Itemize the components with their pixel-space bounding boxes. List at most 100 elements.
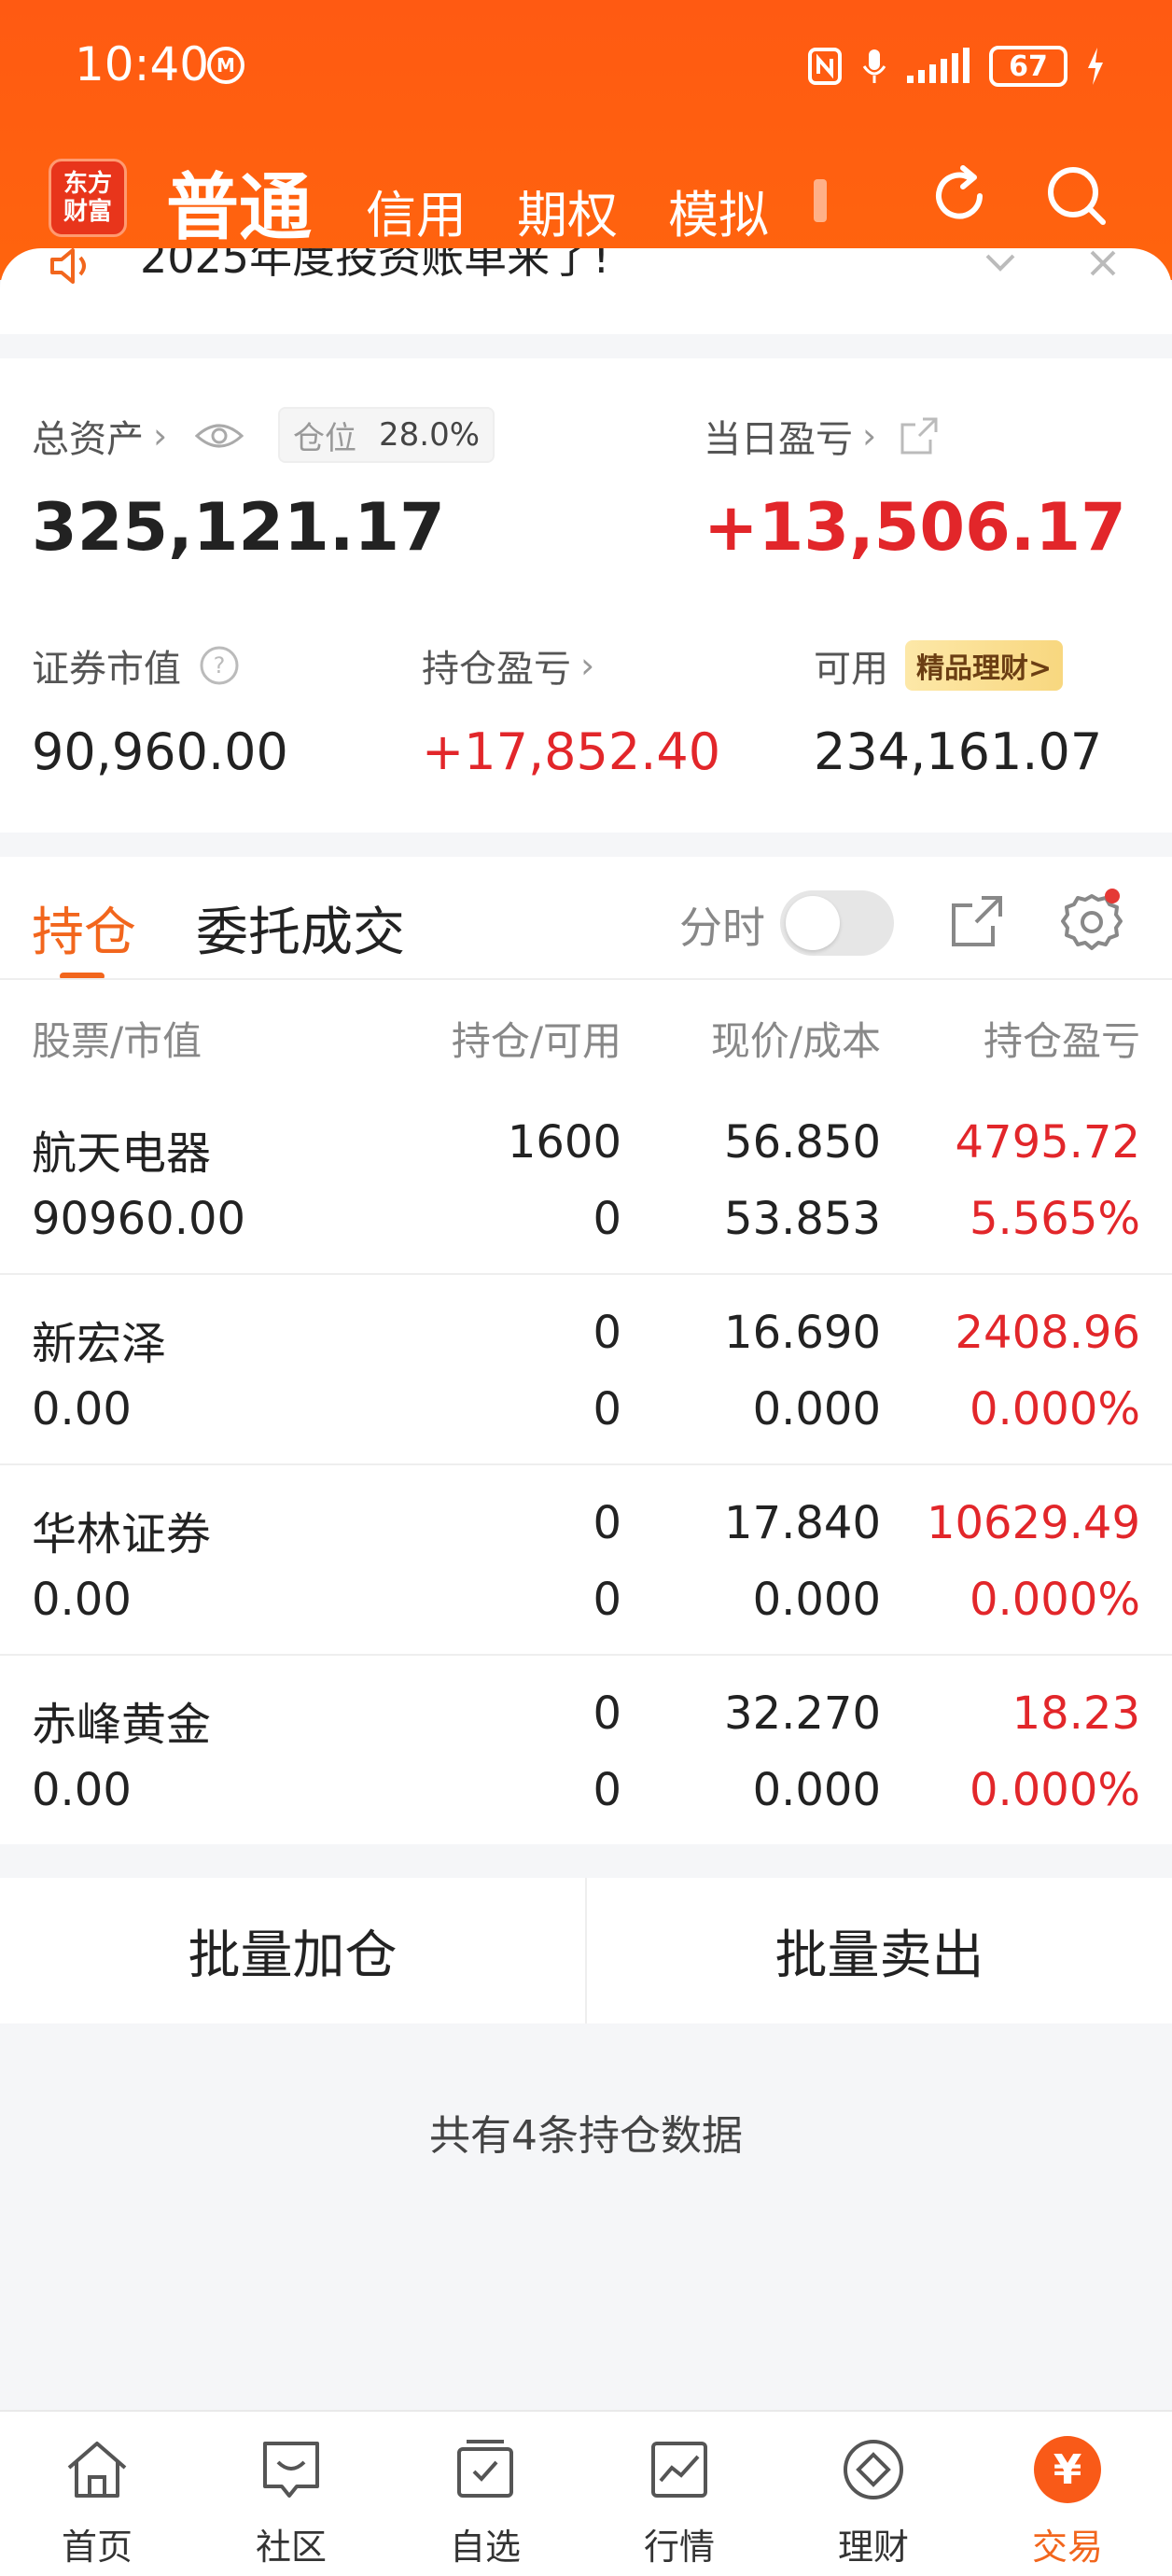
refresh-icon[interactable] — [922, 159, 997, 233]
chevron-right-icon: › — [580, 645, 595, 686]
chevron-down-icon[interactable] — [980, 248, 1021, 284]
total-assets-text: 总资产 — [32, 418, 144, 461]
tab-holdings[interactable]: 持仓 — [32, 890, 136, 966]
nav-market[interactable]: 行情 — [605, 2412, 754, 2576]
status-icons: 67 — [806, 41, 1107, 91]
stock-position: 0 — [593, 1497, 621, 1549]
battery-level: 67 — [1009, 49, 1048, 83]
stock-market-value: 90960.00 — [32, 1193, 246, 1245]
stock-price: 16.690 — [724, 1307, 881, 1359]
stock-name: 新宏泽 — [32, 1318, 167, 1370]
market-value-text: 证券市值 — [32, 648, 181, 691]
banner-text[interactable]: 2025年度投资账单来了! — [140, 248, 610, 286]
nav-trade[interactable]: ¥ 交易 — [993, 2412, 1142, 2576]
available-value: 234,161.07 — [814, 722, 1103, 781]
nav-watchlist-label: 自选 — [449, 2527, 521, 2568]
batch-actions: 批量加仓 批量卖出 — [0, 1878, 1172, 2023]
holding-pl-value: +17,852.40 — [422, 722, 721, 781]
stock-cost: 0.000 — [752, 1574, 881, 1626]
status-time: 10:40 — [75, 37, 210, 91]
nav-wealth[interactable]: 理财 — [799, 2412, 948, 2576]
nav-community[interactable]: 社区 — [216, 2412, 366, 2576]
tab-options[interactable]: 期权 — [517, 174, 618, 247]
chat-icon — [263, 2442, 319, 2498]
col-position: 持仓/可用 — [451, 1018, 621, 1064]
market-value-label: 证券市值 ? — [32, 638, 241, 693]
home-icon — [67, 2442, 127, 2498]
intraday-toggle[interactable] — [780, 890, 894, 956]
batch-add-button[interactable]: 批量加仓 — [0, 1878, 585, 2023]
position-ratio-chip: 仓位 28.0% — [278, 407, 495, 463]
available-text: 可用 — [814, 648, 888, 691]
table-row[interactable]: 华林证券 0.00 0 0 17.840 0.000 10629.49 0.00… — [0, 1469, 1172, 1659]
external-link-icon[interactable] — [899, 415, 940, 456]
signal-icon — [907, 48, 970, 83]
close-icon[interactable] — [1084, 248, 1122, 282]
wealth-product-badge[interactable]: 精品理财> — [905, 640, 1064, 691]
stock-name: 赤峰黄金 — [32, 1699, 212, 1751]
stock-price: 56.850 — [724, 1116, 881, 1169]
charging-icon — [1088, 48, 1103, 85]
stock-pl: 4795.72 — [955, 1116, 1141, 1169]
svg-text:?: ? — [214, 652, 226, 679]
available-label: 可用 精品理财> — [814, 638, 1064, 693]
announcement-banner[interactable]: 2025年度投资账单来了! — [0, 248, 1172, 334]
toggle-knob — [786, 896, 840, 950]
nav-community-label: 社区 — [255, 2527, 327, 2568]
stock-name: 华林证券 — [32, 1508, 212, 1561]
share-icon[interactable] — [948, 892, 1006, 950]
account-type-nav: 东方财富 普通 信用 期权 模拟 — [0, 140, 1172, 261]
batch-sell-button[interactable]: 批量卖出 — [587, 1878, 1172, 2023]
holding-pl-label[interactable]: 持仓盈亏 › — [422, 638, 594, 693]
svg-text:M: M — [216, 54, 235, 77]
holdings-count-note: 共有4条持仓数据 — [429, 2112, 743, 2160]
stock-position: 0 — [593, 1687, 621, 1740]
stock-market-value: 0.00 — [32, 1383, 132, 1435]
divider — [0, 1273, 1172, 1275]
stock-position: 1600 — [507, 1116, 621, 1169]
tab-normal[interactable]: 普通 — [166, 149, 312, 254]
market-value: 90,960.00 — [32, 722, 288, 781]
intraday-label: 分时 — [679, 903, 765, 953]
stock-price: 32.270 — [724, 1687, 881, 1740]
mic-icon — [862, 49, 886, 83]
stock-price: 17.840 — [724, 1497, 881, 1549]
notification-dot — [1105, 889, 1120, 903]
nav-home[interactable]: 首页 — [22, 2412, 172, 2576]
tab-simulated[interactable]: 模拟 — [668, 174, 769, 247]
watchlist-icon — [457, 2440, 513, 2498]
asset-summary: 总资产 › 仓位 28.0% 当日盈亏 › 325,121.17 +13,506… — [0, 358, 1172, 833]
stock-pl: 18.23 — [1012, 1687, 1140, 1740]
status-bar: 10:40 M 67 — [0, 0, 1172, 140]
nav-home-label: 首页 — [61, 2527, 133, 2568]
bottom-nav: 首页 社区 自选 行情 理财 ¥ 交易 — [0, 2410, 1172, 2576]
tab-credit[interactable]: 信用 — [366, 174, 467, 247]
speaker-icon — [50, 248, 86, 284]
help-icon[interactable]: ? — [198, 644, 241, 687]
tab-overflow-hint — [814, 179, 827, 222]
stock-pl-pct: 0.000% — [969, 1574, 1140, 1626]
stock-cost: 0.000 — [752, 1764, 881, 1816]
holding-pl-text: 持仓盈亏 — [422, 648, 571, 691]
holdings-panel: 持仓 委托成交 分时 股票/市值 持仓/可用 现价/成本 持仓盈亏 航天电器 9… — [0, 857, 1172, 1844]
app-logo: 东方财富 — [49, 159, 127, 237]
daily-pl-label[interactable]: 当日盈亏 › — [704, 409, 940, 463]
total-assets-label[interactable]: 总资产 › — [32, 409, 244, 463]
chevron-right-icon: › — [153, 415, 168, 456]
position-value: 28.0% — [379, 416, 481, 454]
stock-available: 0 — [593, 1574, 621, 1626]
stock-name: 航天电器 — [32, 1127, 212, 1180]
table-row[interactable]: 航天电器 90960.00 1600 0 56.850 53.853 4795.… — [0, 1088, 1172, 1279]
stock-available: 0 — [593, 1383, 621, 1435]
nav-watchlist[interactable]: 自选 — [411, 2412, 560, 2576]
search-icon[interactable] — [1039, 159, 1114, 233]
stock-pl-pct: 5.565% — [969, 1193, 1140, 1245]
table-row[interactable]: 赤峰黄金 0.00 0 0 32.270 0.000 18.23 0.000% — [0, 1659, 1172, 1850]
divider — [0, 1654, 1172, 1656]
table-row[interactable]: 新宏泽 0.00 0 0 16.690 0.000 2408.96 0.000% — [0, 1279, 1172, 1469]
tab-orders[interactable]: 委托成交 — [196, 890, 405, 966]
trade-icon: ¥ — [1034, 2436, 1101, 2503]
eye-icon[interactable] — [195, 417, 244, 455]
stock-pl: 10629.49 — [926, 1497, 1140, 1549]
nav-trade-label: 交易 — [1031, 2527, 1103, 2568]
